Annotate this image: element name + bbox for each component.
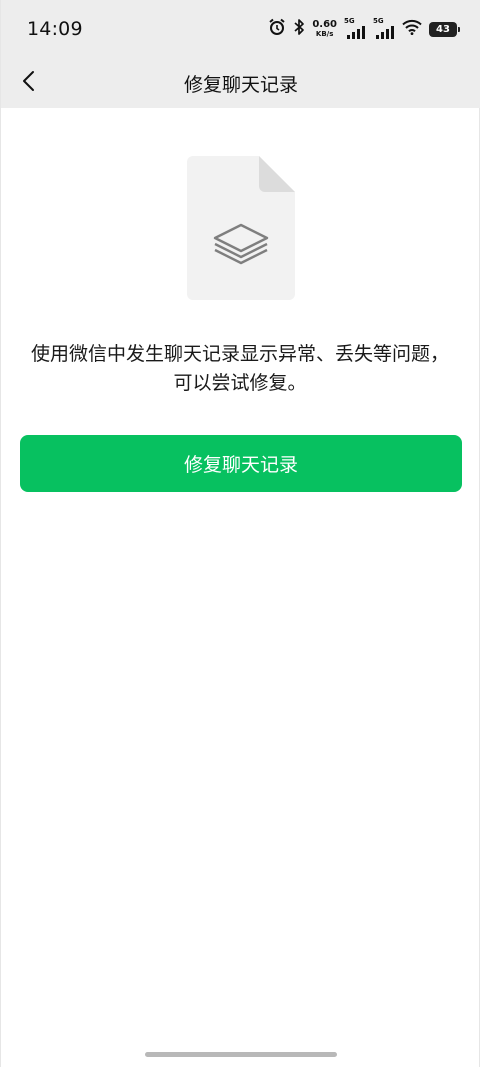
network-speed-unit: KB/s bbox=[315, 30, 334, 38]
battery-icon: 43 bbox=[429, 21, 460, 37]
signal-icon: 5G bbox=[344, 17, 366, 39]
wifi-icon bbox=[402, 19, 422, 39]
repair-chat-history-button[interactable]: 修复聊天记录 bbox=[20, 435, 462, 492]
network-speed: 0.60 KB/s bbox=[312, 20, 337, 38]
signal-icon-2: 5G bbox=[373, 17, 395, 39]
alarm-icon bbox=[268, 18, 286, 40]
bluetooth-icon bbox=[293, 18, 305, 40]
nav-bar: 修复聊天记录 bbox=[1, 58, 480, 108]
sim1-label: 5G bbox=[344, 17, 355, 25]
status-icons: 0.60 KB/s 5G 5G 43 bbox=[268, 16, 460, 42]
document-illustration bbox=[187, 156, 295, 300]
sim2-label: 5G bbox=[373, 17, 384, 25]
repair-description: 使用微信中发生聊天记录显示异常、丢失等问题，可以尝试修复。 bbox=[30, 343, 449, 394]
home-indicator[interactable] bbox=[145, 1052, 337, 1057]
page-title: 修复聊天记录 bbox=[183, 74, 298, 96]
status-time: 14:09 bbox=[27, 18, 83, 40]
network-speed-value: 0.60 bbox=[312, 19, 337, 30]
screen: 14:09 0.60 KB/s 5G 5G 43 修复聊天记录 使用微信中发生聊… bbox=[0, 0, 480, 1067]
status-bar: 14:09 0.60 KB/s 5G 5G 43 bbox=[1, 0, 480, 58]
battery-level: 43 bbox=[436, 23, 450, 35]
stacked-layers-document-icon bbox=[187, 156, 295, 300]
